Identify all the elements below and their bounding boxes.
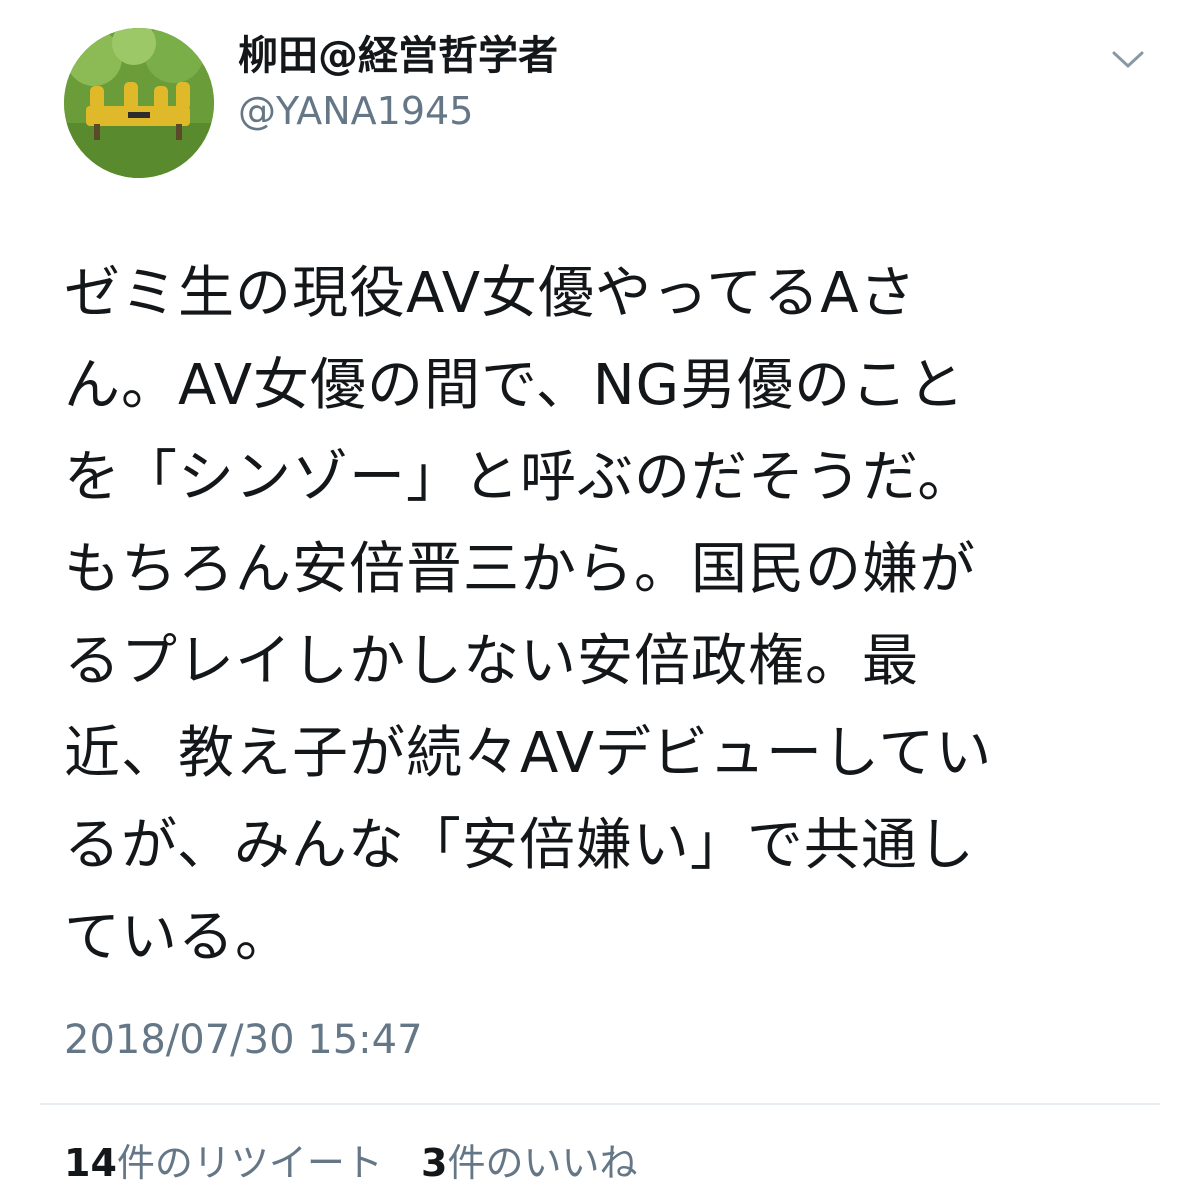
author-display-name[interactable]: 柳田@経営哲学者 (238, 30, 558, 82)
tweet-timestamp[interactable]: 2018/07/30 15:47 (64, 1014, 423, 1066)
avatar[interactable] (64, 28, 214, 178)
retweets-label: 件のリツイート (116, 1141, 383, 1185)
avatar-image (64, 28, 214, 178)
tweet-text-line: を「シンゾー」と呼ぶのだそうだ。 (64, 445, 975, 510)
tweet-text-line: ゼミ生の現役AV女優やってるAさ (64, 261, 917, 326)
retweets-stat[interactable]: 14件のリツイート (64, 1138, 383, 1188)
tweet-text: ゼミ生の現役AV女優やってるAさ ん。AV女優の間で、NG男優のこと を「シンゾ… (64, 248, 1164, 984)
tweet-text-line: 近、教え子が続々AVデビューしてい (64, 721, 993, 786)
tweet-text-line: ている。 (64, 905, 292, 970)
divider (40, 1103, 1160, 1105)
likes-stat[interactable]: 3件のいいね (421, 1138, 637, 1188)
tweet-text-line: もちろん安倍晋三から。国民の嫌が (64, 537, 976, 602)
likes-count: 3 (421, 1141, 448, 1185)
likes-label: 件のいいね (447, 1141, 638, 1185)
engagement-stats: 14件のリツイート 3件のいいね (64, 1138, 663, 1188)
tweet-text-line: るが、みんな「安倍嫌い」で共通し (64, 813, 975, 878)
chevron-down-icon[interactable] (1108, 44, 1148, 74)
author-handle[interactable]: @YANA1945 (238, 86, 473, 136)
retweets-count: 14 (64, 1141, 117, 1185)
tweet-text-line: ん。AV女優の間で、NG男優のこと (64, 353, 966, 418)
tweet-text-line: るプレイしかしない安倍政権。最 (64, 629, 919, 694)
